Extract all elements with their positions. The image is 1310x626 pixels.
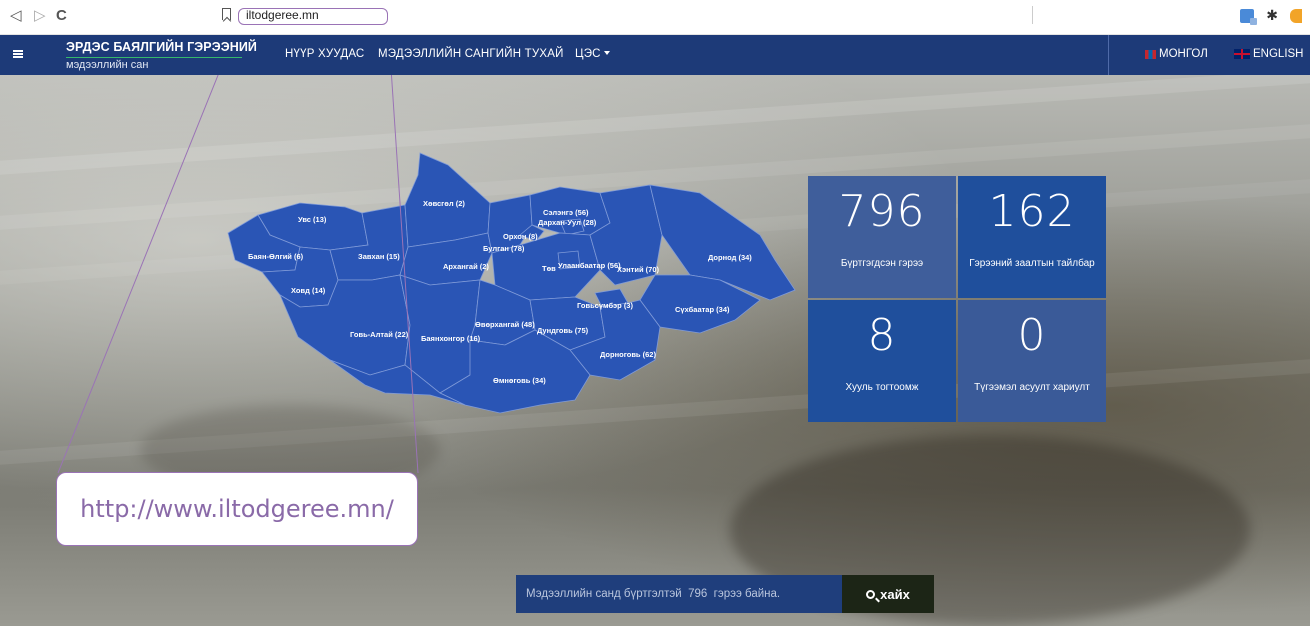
stat-value: 0 — [1017, 310, 1047, 361]
stat-clause-explanations[interactable]: 162 Гэрээний заалтын тайлбар — [958, 176, 1106, 298]
logo-subtitle[interactable]: мэдээллийн сан — [66, 59, 148, 71]
url-callout: http://www.iltodgeree.mn/ — [56, 472, 418, 546]
puzzle-extension-icon[interactable]: ✱ — [1266, 7, 1278, 24]
map-label[interactable]: Увс (13) — [298, 215, 327, 224]
map-label[interactable]: Завхан (15) — [358, 252, 400, 261]
map-label[interactable]: Хэнтий (70) — [617, 265, 659, 274]
extensions-area: ✱ — [1240, 7, 1302, 25]
stat-laws[interactable]: 8 Хууль тогтоомж — [808, 300, 956, 422]
address-divider — [1032, 6, 1033, 24]
map-label[interactable]: Сүхбаатар (34) — [675, 305, 730, 314]
map-label[interactable]: Төв — [542, 264, 556, 273]
stat-value: 162 — [988, 186, 1076, 237]
map-label[interactable]: Говь-Алтай (22) — [350, 330, 409, 339]
logo-title[interactable]: ЭРДЭС БАЯЛГИЙН ГЭРЭЭНИЙ — [66, 40, 257, 54]
lang-english-label: ENGLISH — [1253, 48, 1304, 60]
bookmark-icon[interactable] — [222, 8, 231, 20]
hero-section: Увс (13) Хөвсгөл (2) Сэлэнгэ (56) Дархан… — [0, 75, 1310, 626]
chevron-down-icon — [603, 51, 610, 55]
map-label[interactable]: Архангай (2) — [443, 262, 489, 271]
stat-value: 8 — [867, 310, 897, 361]
nav-about[interactable]: МЭДЭЭЛЛИЙН САНГИЙН ТУХАЙ — [378, 48, 564, 60]
map-label[interactable]: Хөвсгөл (2) — [423, 199, 465, 208]
forward-icon[interactable]: ▷ — [34, 7, 46, 25]
map-label[interactable]: Дорноговь (62) — [600, 350, 656, 359]
stat-value: 796 — [838, 186, 926, 237]
stat-label: Бүртгэгдсэн гэрээ — [840, 258, 924, 269]
lang-mongolian[interactable]: МОНГОЛ — [1145, 48, 1208, 60]
map-label[interactable]: Өмнөговь (34) — [493, 376, 546, 385]
back-icon[interactable]: ◁ — [10, 7, 22, 25]
map-label[interactable]: Баянхонгор (16) — [421, 334, 481, 343]
stat-faq[interactable]: 0 Түгээмэл асуулт хариулт — [958, 300, 1106, 422]
nav-menu-label: ЦЭС — [575, 48, 601, 60]
lang-divider — [1108, 35, 1109, 75]
stat-label: Түгээмэл асуулт хариулт — [974, 382, 1090, 393]
nav-menu[interactable]: ЦЭС — [575, 48, 610, 60]
map-outline — [227, 152, 796, 414]
map-label[interactable]: Орхон (8) — [503, 232, 538, 241]
menu-collapse-icon[interactable] — [13, 50, 23, 58]
map-label[interactable]: Булган (78) — [483, 244, 525, 253]
translate-extension-icon[interactable] — [1240, 8, 1258, 25]
map-label[interactable]: Дундговь (75) — [537, 326, 589, 335]
uk-flag-icon — [1234, 49, 1250, 59]
logo-underline — [66, 57, 242, 58]
mongolia-flag-icon — [1145, 49, 1156, 59]
search-button[interactable]: хайх — [842, 575, 934, 613]
stat-label: Гэрээний заалтын тайлбар — [969, 258, 1095, 269]
search-button-label: хайх — [880, 586, 910, 602]
stats-grid: 796 Бүртгэгдсэн гэрээ 162 Гэрээний заалт… — [808, 176, 1108, 422]
reload-icon[interactable]: C — [56, 7, 67, 25]
map-label[interactable]: Өвөрхангай (48) — [475, 320, 535, 329]
search-bar: хайх — [516, 575, 934, 613]
browser-toolbar: ◁ ▷ C iltodgeree.mn ✱ — [0, 0, 1310, 35]
stat-label: Хууль тогтоомж — [845, 382, 919, 393]
search-icon — [866, 589, 876, 599]
map-label[interactable]: Улаанбаатар (56) — [558, 261, 621, 270]
map-label[interactable]: Говьсүмбэр (3) — [577, 301, 633, 310]
map-label[interactable]: Ховд (14) — [291, 286, 326, 295]
lang-mongolian-label: МОНГОЛ — [1159, 48, 1208, 60]
map-label[interactable]: Сэлэнгэ (56) — [543, 208, 589, 217]
lang-english[interactable]: ENGLISH — [1234, 48, 1304, 60]
url-highlight — [238, 8, 388, 25]
callout-text: http://www.iltodgeree.mn/ — [80, 495, 394, 523]
profile-extension-icon[interactable] — [1290, 8, 1302, 23]
map-label[interactable]: Дархан-Уул (28) — [538, 218, 597, 227]
map-label[interactable]: Баян-Өлгий (6) — [248, 252, 304, 261]
site-header: ЭРДЭС БАЯЛГИЙН ГЭРЭЭНИЙ мэдээллийн сан Н… — [0, 35, 1310, 75]
nav-home[interactable]: НҮҮР ХУУДАС — [285, 48, 364, 60]
stat-registered-contracts[interactable]: 796 Бүртгэгдсэн гэрээ — [808, 176, 956, 298]
map-label[interactable]: Дорнод (34) — [708, 253, 752, 262]
search-input[interactable] — [516, 575, 842, 613]
